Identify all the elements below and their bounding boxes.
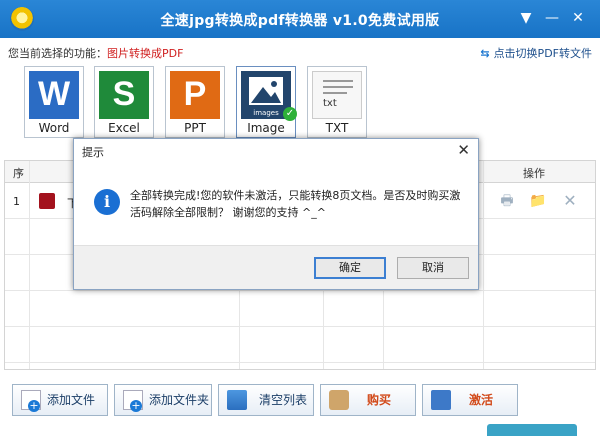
dialog-message: 全部转换完成!您的软件未激活，只能转换8页文档。是否及时购买激活码解除全部限制？…: [130, 189, 461, 219]
pdf-file-icon: [39, 193, 55, 209]
activate-button[interactable]: 激活: [422, 384, 518, 416]
txt-icon-caption: txt: [323, 98, 337, 109]
window-title: 全速jpg转换成pdf转换器 v1.0免费试用版: [160, 13, 440, 29]
title-bar: 全速jpg转换成pdf转换器 v1.0免费试用版 ▼ — ✕: [0, 0, 600, 38]
format-label: PPT: [184, 121, 206, 135]
open-folder-icon[interactable]: 📁: [529, 193, 547, 209]
current-function-value: 图片转换成PDF: [107, 47, 184, 60]
prompt-dialog: 提示 ✕ i 全部转换完成!您的软件未激活，只能转换8页文档。是否及时购买激活码…: [73, 138, 479, 290]
format-label: Image: [247, 121, 285, 135]
selected-check-icon: ✓: [283, 107, 297, 121]
add-file-icon: [21, 390, 41, 412]
add-folder-button[interactable]: 添加文件夹: [114, 384, 212, 416]
excel-icon: S: [99, 71, 149, 119]
format-tile-ppt[interactable]: P PPT: [165, 66, 225, 138]
minimize-button[interactable]: —: [541, 8, 563, 28]
delete-icon[interactable]: ✕: [561, 193, 579, 209]
buy-button[interactable]: 购买: [320, 384, 416, 416]
table-row: [5, 291, 595, 327]
current-function-line: 您当前选择的功能：图片转换成PDF: [8, 45, 183, 61]
powerpoint-icon: P: [170, 71, 220, 119]
cancel-button[interactable]: 取消: [397, 257, 469, 279]
switch-mode-label: 点击切换PDF转文件: [493, 47, 592, 60]
close-button[interactable]: ✕: [567, 8, 589, 28]
index-column-header: 序: [13, 167, 24, 180]
word-icon: W: [29, 71, 79, 119]
dialog-close-icon[interactable]: ✕: [457, 141, 470, 159]
actions-column-header: 操作: [523, 167, 545, 180]
format-label: TXT: [325, 121, 349, 135]
dialog-footer: 确定 取消: [74, 245, 478, 289]
menu-dropdown-icon[interactable]: ▼: [515, 8, 537, 28]
trash-icon: [227, 390, 247, 410]
format-label: Excel: [108, 121, 140, 135]
format-tile-txt[interactable]: txt TXT: [307, 66, 367, 138]
current-function-label: 您当前选择的功能：: [8, 47, 107, 60]
activate-arrow-icon: [431, 390, 451, 410]
switch-mode-link[interactable]: ⇆ 点击切换PDF转文件: [480, 45, 592, 61]
dialog-title: 提示: [82, 146, 104, 159]
add-file-button[interactable]: 添加文件: [12, 384, 108, 416]
row-index: 1: [13, 195, 20, 208]
switch-arrows-icon: ⇆: [480, 47, 490, 60]
format-tile-image[interactable]: images ✓ Image: [236, 66, 297, 138]
info-icon: i: [94, 189, 120, 215]
dialog-body: i 全部转换完成!您的软件未激活，只能转换8页文档。是否及时购买激活码解除全部限…: [74, 163, 478, 245]
format-label: Word: [38, 121, 70, 135]
clear-list-button[interactable]: 清空列表: [218, 384, 314, 416]
partial-bottom-button[interactable]: [487, 424, 577, 436]
ok-button[interactable]: 确定: [314, 257, 386, 279]
format-tile-word[interactable]: W Word: [24, 66, 84, 138]
print-icon[interactable]: 🖶: [498, 193, 516, 209]
text-file-icon: txt: [312, 71, 362, 119]
table-row: [5, 327, 595, 363]
format-tile-excel[interactable]: S Excel: [94, 66, 154, 138]
shopping-bag-icon: [329, 390, 349, 410]
add-folder-icon: [123, 390, 143, 412]
